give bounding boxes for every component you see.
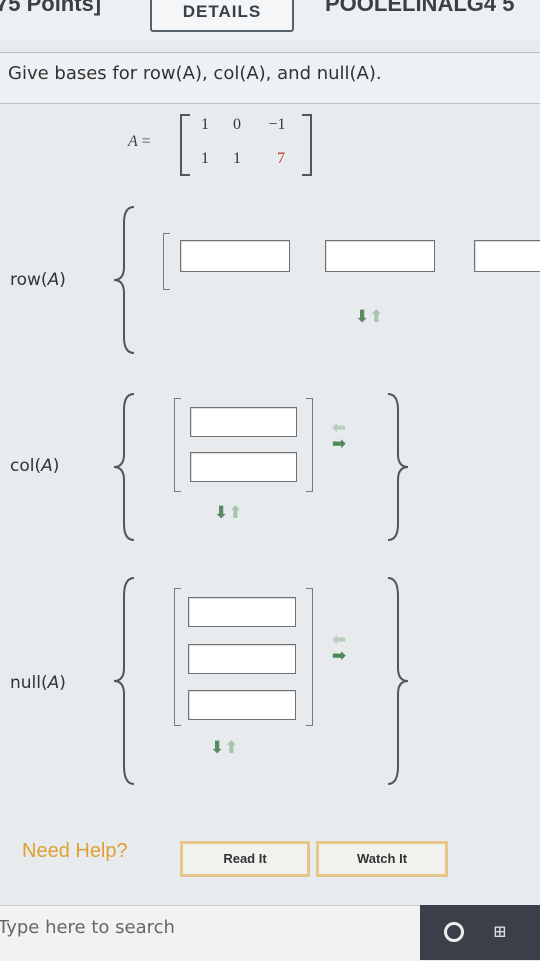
null-entry-3[interactable]	[188, 690, 296, 720]
null-vector-right-bracket	[306, 588, 313, 726]
need-help-label: Need Help?	[22, 840, 128, 862]
col-move-arrows[interactable]: ⬅ ➡	[328, 420, 350, 454]
matrix-cell: −1	[268, 116, 286, 133]
row-left-bracket	[163, 233, 170, 290]
arrow-down-icon: ⬇	[355, 307, 370, 327]
col-label: col(A)	[10, 456, 60, 476]
row-label: row(A)	[10, 270, 66, 290]
question-prompt: Give bases for row(A), col(A), and null(…	[8, 63, 382, 84]
details-label: DETAILS	[182, 2, 262, 21]
col-entry-1[interactable]	[190, 407, 297, 437]
col-entry-2[interactable]	[190, 452, 297, 482]
matrix-cell: 1	[233, 150, 241, 167]
details-button[interactable]: DETAILS	[150, 0, 294, 32]
null-right-brace	[387, 577, 409, 785]
arrow-up-icon: ⬆	[369, 307, 384, 327]
arrow-right-icon: ➡	[331, 434, 347, 454]
col-sort-arrows[interactable]: ⬇⬆	[214, 503, 243, 523]
matrix-cell: 0	[233, 116, 241, 133]
null-left-brace	[113, 577, 135, 785]
matrix-cell: 1	[201, 150, 209, 167]
question-bar: Give bases for row(A), col(A), and null(…	[0, 52, 540, 104]
read-it-button[interactable]: Read It	[180, 841, 310, 877]
row-entry-3[interactable]	[474, 240, 540, 272]
arrow-down-icon: ⬇	[214, 503, 229, 523]
problem-code: POOLELINALG4 5	[325, 0, 515, 16]
row-left-brace	[113, 206, 135, 354]
matrix-left-bracket	[180, 114, 190, 176]
points-label: 75 Points]	[0, 0, 102, 16]
arrow-up-icon: ⬆	[224, 738, 239, 758]
null-label: null(A)	[10, 673, 66, 693]
null-sort-arrows[interactable]: ⬇⬆	[210, 738, 239, 758]
arrow-up-icon: ⬆	[228, 503, 243, 523]
col-vector-left-bracket	[174, 398, 181, 492]
matrix-label: A =	[128, 133, 151, 150]
row-entry-2[interactable]	[325, 240, 435, 272]
row-entry-1[interactable]	[180, 240, 290, 272]
col-left-brace	[113, 393, 135, 541]
taskbar-search[interactable]: Type here to search	[0, 905, 420, 961]
task-view-icon[interactable]: ⊞	[494, 919, 506, 943]
null-entry-1[interactable]	[188, 597, 296, 627]
arrow-right-icon: ➡	[331, 646, 347, 666]
null-vector-left-bracket	[174, 588, 181, 726]
null-entry-2[interactable]	[188, 644, 296, 674]
col-vector-right-bracket	[306, 398, 313, 492]
col-right-brace	[387, 393, 409, 541]
search-placeholder: Type here to search	[0, 917, 175, 938]
taskbar: Type here to search ⊞	[0, 905, 540, 961]
row-sort-arrows[interactable]: ⬇⬆	[355, 307, 384, 327]
watch-it-button[interactable]: Watch It	[316, 841, 448, 877]
matrix-cell: 1	[201, 116, 209, 133]
cortana-icon[interactable]	[444, 922, 464, 942]
top-bar: 75 Points] DETAILS POOLELINALG4 5	[0, 0, 540, 40]
matrix-cell: 7	[277, 150, 285, 167]
arrow-down-icon: ⬇	[210, 738, 225, 758]
matrix-right-bracket	[302, 114, 312, 176]
null-move-arrows[interactable]: ⬅ ➡	[328, 632, 350, 666]
